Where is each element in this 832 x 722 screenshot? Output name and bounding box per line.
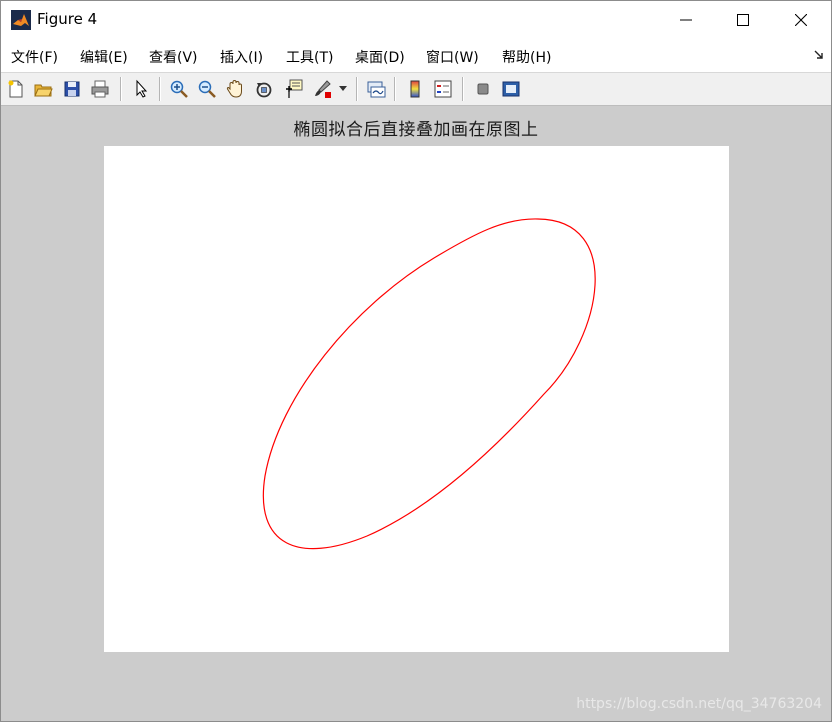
legend-icon[interactable] (432, 78, 454, 100)
pan-hand-icon[interactable] (224, 78, 246, 100)
menu-file[interactable]: 文件(F) (11, 47, 58, 67)
new-figure-icon[interactable] (5, 78, 27, 100)
hide-plot-tools-icon[interactable] (472, 78, 494, 100)
plot-axes[interactable] (104, 146, 729, 652)
menu-edit[interactable]: 编辑(E) (80, 47, 128, 67)
figure-window: Figure 4 文件(F) 编辑(E) 查看(V) 插入(I) 工具(T) 桌… (0, 0, 832, 722)
brush-icon[interactable] (311, 78, 333, 100)
menu-insert[interactable]: 插入(I) (220, 47, 263, 67)
maximize-icon (737, 14, 749, 26)
maximize-button[interactable] (714, 1, 772, 39)
menu-bar: 文件(F) 编辑(E) 查看(V) 插入(I) 工具(T) 桌面(D) 窗口(W… (1, 39, 831, 73)
menu-help[interactable]: 帮助(H) (502, 47, 551, 67)
fitted-ellipse (262, 218, 596, 550)
menu-tools[interactable]: 工具(T) (286, 47, 333, 67)
title-bar[interactable]: Figure 4 (1, 1, 831, 39)
toolbar-separator (356, 77, 357, 101)
minimize-button[interactable] (657, 1, 715, 39)
figure-toolbar (1, 73, 831, 106)
close-button[interactable] (772, 1, 830, 39)
data-cursor-icon[interactable] (282, 78, 304, 100)
minimize-icon (680, 19, 692, 21)
save-icon[interactable] (61, 78, 83, 100)
menu-desktop[interactable]: 桌面(D) (355, 47, 405, 67)
window-title: Figure 4 (37, 10, 98, 28)
open-file-icon[interactable] (32, 78, 54, 100)
zoom-in-icon[interactable] (168, 78, 190, 100)
figure-title: 椭圆拟合后直接叠加画在原图上 (293, 120, 539, 140)
show-plot-tools-icon[interactable] (500, 78, 522, 100)
dock-arrow-icon[interactable] (813, 49, 825, 61)
print-icon[interactable] (89, 78, 111, 100)
edit-plot-arrow-icon[interactable] (130, 78, 152, 100)
brush-dropdown-icon[interactable] (337, 78, 349, 100)
link-plot-icon[interactable] (365, 78, 387, 100)
zoom-out-icon[interactable] (196, 78, 218, 100)
toolbar-separator (120, 77, 121, 101)
plot-canvas (262, 218, 596, 550)
matlab-logo-icon (11, 10, 31, 30)
toolbar-separator (462, 77, 463, 101)
toolbar-separator (159, 77, 160, 101)
rotate-3d-icon[interactable] (253, 78, 275, 100)
toolbar-separator (394, 77, 395, 101)
menu-view[interactable]: 查看(V) (149, 47, 198, 67)
colorbar-icon[interactable] (404, 78, 426, 100)
watermark-text: https://blog.csdn.net/qq_34763204 (576, 696, 822, 712)
close-icon (795, 14, 807, 26)
menu-window[interactable]: 窗口(W) (426, 47, 479, 67)
